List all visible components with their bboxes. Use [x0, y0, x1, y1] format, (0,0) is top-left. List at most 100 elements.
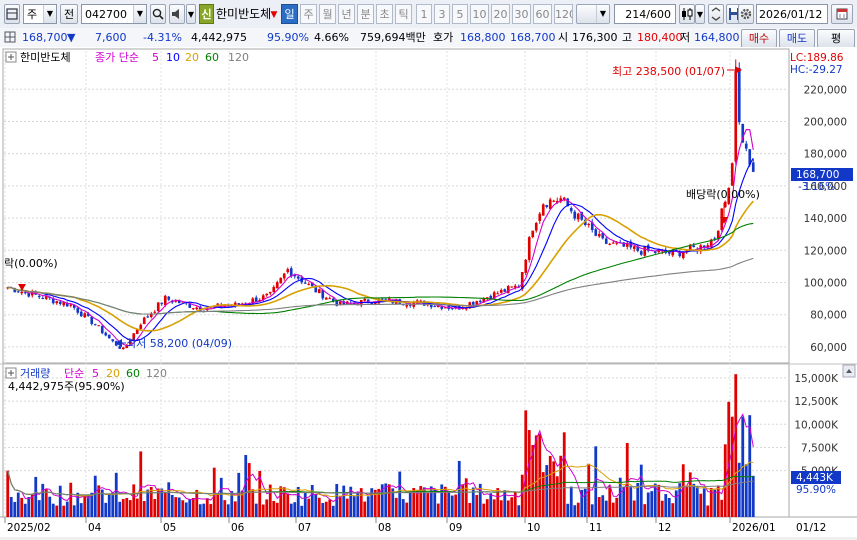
candle-body: [163, 295, 167, 306]
date-input[interactable]: 2026/01/12: [756, 4, 828, 24]
volume-bar: [41, 483, 45, 517]
candle-body: [734, 71, 738, 162]
interval-button-4[interactable]: 20: [491, 4, 510, 24]
candle-body: [191, 308, 195, 310]
candle-body: [317, 289, 321, 294]
candle-body: [118, 346, 122, 349]
volume-bar: [58, 485, 62, 517]
prev-button[interactable]: 전: [60, 4, 78, 24]
volume-bar: [254, 503, 258, 517]
layout-icon[interactable]: [4, 4, 20, 24]
x-tick-label: 04: [88, 522, 102, 534]
volume-bar: [279, 486, 283, 517]
price-change: 7,600: [95, 31, 127, 44]
grid-icon[interactable]: [4, 30, 18, 46]
chart-area[interactable]: 220,000 200,000 180,000 160,000 140,000 120,0…: [0, 47, 857, 537]
lc-label: LC:189.86: [790, 52, 844, 64]
candle: [384, 298, 388, 300]
tab-period-4[interactable]: 분: [357, 4, 374, 24]
speaker-dropdown-icon[interactable]: ▼: [186, 4, 196, 24]
tab-period-6[interactable]: 틱: [395, 4, 412, 24]
quote-label: 호가: [433, 31, 454, 44]
interval-button-2[interactable]: 5: [452, 4, 468, 24]
volume-bar: [342, 485, 346, 517]
tab-period-3[interactable]: 년: [338, 4, 355, 24]
sell-button[interactable]: 매도: [779, 29, 815, 48]
candle-body: [737, 67, 741, 123]
volume-bar: [289, 503, 293, 517]
candle-body: [545, 205, 549, 208]
volume-bar: [345, 498, 349, 517]
volume-bar: [195, 489, 199, 517]
volume-bar: [27, 497, 31, 517]
candle-body: [573, 211, 577, 219]
scroll-controls[interactable]: [842, 364, 856, 378]
volume-bar: [660, 500, 664, 517]
candle-body: [324, 297, 328, 300]
candle-dropdown-icon[interactable]: ▼: [695, 4, 705, 24]
volume-bar: [664, 494, 668, 517]
candle-body: [275, 282, 279, 289]
speaker-icon[interactable]: [169, 4, 185, 24]
candle-body: [499, 289, 503, 293]
tab-period-0[interactable]: 일: [281, 4, 298, 24]
open-price: 176,300: [572, 31, 618, 44]
tab-period-5[interactable]: 초: [376, 4, 393, 24]
candle-body: [496, 293, 500, 295]
volume-bar: [13, 501, 17, 517]
interval-button-1[interactable]: 3: [434, 4, 450, 24]
interval-select[interactable]: ▼: [576, 4, 610, 24]
volume-bar: [146, 489, 150, 517]
interval-button-0[interactable]: 1: [416, 4, 432, 24]
buy-button[interactable]: 매수: [741, 29, 777, 48]
interval-button-6[interactable]: 60: [533, 4, 552, 24]
volume-bar: [128, 500, 132, 517]
volume-bar: [646, 492, 650, 517]
tab-period-2[interactable]: 월: [319, 4, 336, 24]
legend-stock-name: 한미반도체: [20, 51, 71, 64]
volume-bar: [692, 483, 696, 517]
gear-icon[interactable]: [738, 4, 754, 24]
candle-body: [433, 306, 437, 308]
low-price: 164,800: [694, 31, 740, 44]
candle-body: [286, 269, 290, 273]
volume-bar: [559, 455, 563, 517]
candle: [524, 258, 528, 276]
eval-button[interactable]: 평: [817, 29, 855, 48]
code-input[interactable]: 042700 ▼: [81, 4, 147, 24]
volume-legend-ma120: 120: [146, 367, 167, 380]
volume-bar: [37, 500, 41, 517]
search-icon[interactable]: [150, 4, 166, 24]
calendar-icon[interactable]: [831, 4, 853, 24]
low-annotation-text: 최저 58,200 (04/09): [126, 337, 232, 350]
candle-body: [569, 208, 573, 212]
tab-period-1[interactable]: 주: [300, 4, 317, 24]
volume-bar: [216, 494, 220, 517]
market-select[interactable]: 주 ▼: [23, 4, 57, 24]
volume-bar: [265, 499, 269, 517]
legend-ma20: 20: [185, 51, 199, 64]
interval-button-5[interactable]: 30: [512, 4, 531, 24]
volume-bar: [401, 499, 405, 517]
candle-body: [730, 163, 734, 186]
interval-button-7[interactable]: 120: [554, 4, 573, 24]
stock-chart[interactable]: 220,000200,000180,000160,000140,000120,0…: [0, 47, 857, 537]
volume-bar: [405, 502, 409, 517]
legend-ma10: 10: [166, 51, 180, 64]
volume-bar: [79, 503, 83, 517]
candle-body: [384, 298, 388, 300]
candle-body: [587, 224, 591, 226]
count-input[interactable]: 214/600: [614, 4, 676, 24]
volume-bar: [751, 475, 755, 517]
volume-bar: [636, 482, 640, 517]
interval-button-3[interactable]: 10: [470, 4, 489, 24]
candle-icon[interactable]: [679, 4, 695, 24]
candle-body: [79, 311, 83, 317]
candle-body: [90, 316, 94, 324]
volume-bar: [69, 482, 73, 517]
arrows-icon[interactable]: [708, 4, 724, 24]
candle-body: [55, 301, 59, 304]
candle-body: [534, 222, 538, 231]
candle-body: [541, 204, 545, 216]
candle-body: [538, 213, 542, 221]
